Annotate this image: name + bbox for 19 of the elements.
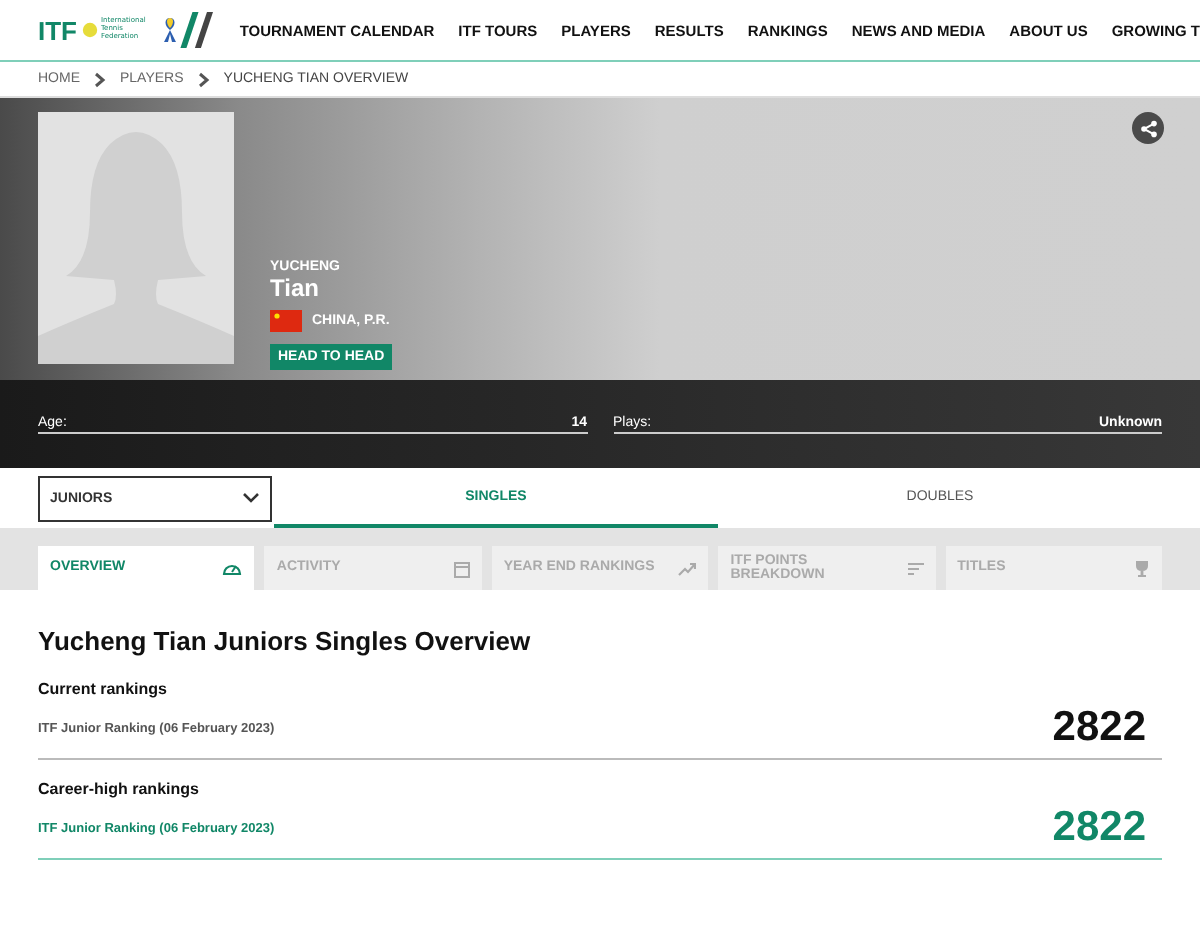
ribbon-icon <box>161 16 177 44</box>
tennis-ball-icon <box>81 22 97 38</box>
overview-title: Yucheng Tian Juniors Singles Overview <box>38 626 533 656</box>
trend-up-icon <box>678 561 697 575</box>
calendar-icon <box>453 559 470 577</box>
ranking-number: 2822 <box>1052 704 1146 752</box>
share-icon[interactable] <box>1132 112 1164 144</box>
trophy-icon <box>1134 559 1151 577</box>
ranking-number: 2822 <box>1052 804 1146 852</box>
chevron-right-icon <box>197 71 210 87</box>
caret-icon <box>242 492 260 504</box>
chevron-right-icon <box>94 71 106 87</box>
logo-text[interactable]: ITF <box>38 15 77 45</box>
gauge-icon <box>222 560 243 576</box>
lines-icon <box>907 561 924 575</box>
player-last-name: Tian <box>270 274 321 302</box>
flag-icon <box>270 310 302 332</box>
rankings-heading: Career-high rankings <box>38 780 201 798</box>
rankings-heading: Current rankings <box>38 680 169 698</box>
